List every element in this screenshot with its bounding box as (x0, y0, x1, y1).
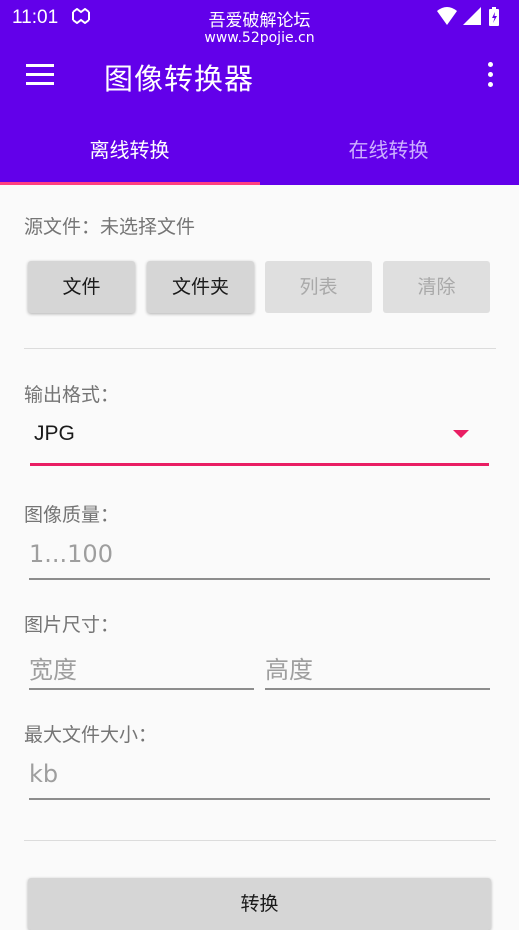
max-file-size-input[interactable]: kb (29, 756, 490, 800)
height-placeholder: 高度 (265, 656, 313, 684)
watermark-url: www.52pojie.cn (204, 30, 315, 46)
image-quality-placeholder: 1...100 (29, 540, 113, 568)
output-format-value: JPG (34, 422, 75, 445)
list-button: 列表 (265, 261, 372, 313)
tab-offline-convert[interactable]: 离线转换 (0, 118, 259, 185)
wifi-icon (437, 7, 457, 25)
source-file-label: 源文件： (24, 216, 101, 238)
more-vert-icon[interactable] (485, 60, 495, 90)
image-size-label: 图片尺寸： (24, 614, 120, 636)
max-file-size-placeholder: kb (29, 760, 59, 788)
status-bar: 11:01 吾爱破解论坛 www.52pojie.cn (0, 0, 519, 46)
app-bar: 图像转换器 (0, 34, 519, 118)
tab-bar: 离线转换 在线转换 (0, 118, 519, 185)
image-quality-input[interactable]: 1...100 (29, 536, 490, 580)
height-input[interactable]: 高度 (265, 646, 490, 690)
image-quality-label: 图像质量： (24, 504, 120, 526)
status-icons (437, 7, 499, 26)
source-file-value: 未选择文件 (100, 216, 196, 238)
battery-icon (489, 7, 499, 26)
app-title: 图像转换器 (104, 62, 255, 96)
clear-button: 清除 (383, 261, 490, 313)
convert-button[interactable]: 转换 (28, 878, 491, 930)
folder-button[interactable]: 文件夹 (147, 261, 254, 313)
tab-online-convert[interactable]: 在线转换 (259, 118, 518, 185)
file-button[interactable]: 文件 (28, 261, 135, 313)
output-format-dropdown[interactable]: JPG (30, 412, 489, 466)
dropdown-underline (30, 463, 489, 466)
max-file-size-label: 最大文件大小： (24, 724, 158, 746)
output-format-label: 输出格式： (24, 384, 120, 406)
dropdown-arrow-icon (453, 430, 469, 438)
tab-indicator (0, 182, 260, 185)
width-input[interactable]: 宽度 (29, 646, 254, 690)
source-file-row: 源文件：未选择文件 (24, 212, 195, 239)
signal-icon (463, 7, 481, 25)
divider (24, 348, 496, 349)
hamburger-menu-icon[interactable] (26, 64, 54, 86)
divider (24, 840, 496, 841)
width-placeholder: 宽度 (29, 656, 77, 684)
